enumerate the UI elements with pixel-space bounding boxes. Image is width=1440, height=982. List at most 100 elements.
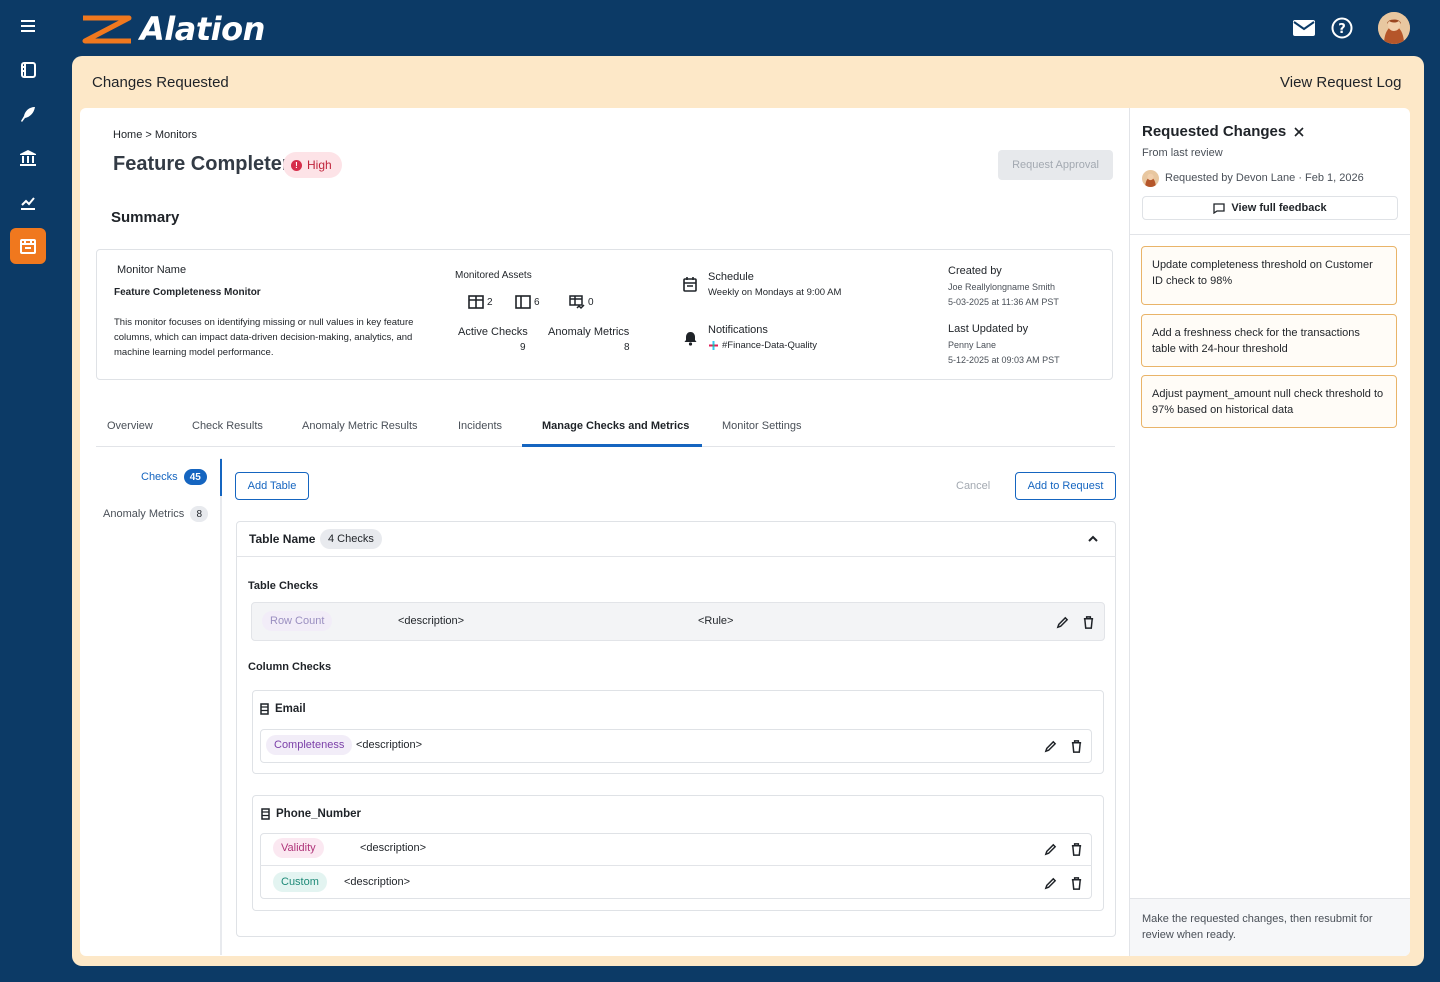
logo-mark-icon bbox=[82, 15, 132, 44]
page-title: Feature Completeness Monitor bbox=[113, 153, 285, 175]
notification-channel[interactable]: #Finance-Data-Quality bbox=[709, 338, 817, 353]
banner-title: Changes Requested bbox=[92, 74, 229, 91]
asset-metrics: 0 bbox=[569, 295, 594, 310]
created-by-name: Joe Reallylongname Smith bbox=[948, 282, 1056, 292]
edit-icon[interactable] bbox=[1054, 614, 1070, 630]
check-type-pill: Row Count bbox=[262, 611, 333, 631]
column-icon bbox=[260, 703, 269, 715]
tab-check-results[interactable]: Check Results bbox=[192, 420, 263, 432]
library-icon[interactable] bbox=[10, 140, 46, 176]
row-count-check-row bbox=[251, 602, 1105, 641]
tab-incidents[interactable]: Incidents bbox=[458, 420, 502, 432]
alation-logo[interactable]: Alation bbox=[80, 10, 265, 48]
trash-icon[interactable] bbox=[1068, 875, 1084, 891]
collapse-chevron-icon[interactable] bbox=[1085, 531, 1101, 552]
schedule-value: Weekly on Mondays at 9:00 AM bbox=[708, 287, 842, 298]
trash-icon[interactable] bbox=[1080, 614, 1096, 630]
trash-icon[interactable] bbox=[1068, 841, 1084, 857]
trash-icon[interactable] bbox=[1068, 738, 1084, 754]
help-icon[interactable]: ? bbox=[1328, 14, 1356, 42]
view-full-feedback-label: View full feedback bbox=[1231, 202, 1327, 214]
tab-monitor-settings[interactable]: Monitor Settings bbox=[722, 420, 801, 432]
checks-count-pill: 4 Checks bbox=[320, 529, 382, 549]
check-type-pill: Completeness bbox=[266, 735, 353, 755]
tab-manage-checks-and-metrics[interactable]: Manage Checks and Metrics bbox=[542, 420, 689, 432]
change-request-item[interactable]: Add a freshness check for the transactio… bbox=[1141, 314, 1397, 367]
check-type-pill: Validity bbox=[273, 838, 324, 858]
check-type-pill: Custom bbox=[273, 872, 327, 892]
sidenav-active-indicator bbox=[220, 459, 222, 496]
view-request-log-link[interactable]: View Request Log bbox=[1280, 74, 1401, 91]
book-icon[interactable] bbox=[10, 52, 46, 88]
change-request-item[interactable]: Adjust payment_amount null check thresho… bbox=[1141, 375, 1397, 428]
request-approval-button[interactable]: Request Approval bbox=[998, 150, 1113, 180]
summary-heading: Summary bbox=[111, 209, 180, 226]
monitor-description: This monitor focuses on identifying miss… bbox=[114, 317, 414, 358]
svg-text:?: ? bbox=[1338, 22, 1346, 37]
updated-at: 5-12-2025 at 09:03 AM PST bbox=[948, 355, 1060, 365]
updated-by-name: Penny Lane bbox=[948, 340, 997, 350]
active-checks-label: Active Checks bbox=[458, 326, 528, 338]
column-icon bbox=[261, 808, 270, 820]
check-rule: <Rule> bbox=[698, 615, 734, 627]
monitor-name-label: Monitor Name bbox=[117, 264, 187, 276]
edit-icon[interactable] bbox=[1042, 738, 1058, 754]
chart-icon[interactable] bbox=[10, 184, 46, 220]
edit-icon[interactable] bbox=[1042, 875, 1058, 891]
table-section-divider bbox=[236, 556, 1116, 557]
cancel-button[interactable]: Cancel bbox=[956, 480, 990, 492]
menu-icon[interactable] bbox=[10, 8, 46, 44]
notifications-label: Notifications bbox=[708, 324, 768, 336]
slack-icon bbox=[709, 341, 718, 350]
panel-footer-text: Make the requested changes, then resubmi… bbox=[1142, 913, 1373, 941]
sidenav-checks[interactable]: Checks 45 bbox=[141, 469, 207, 485]
column-name: Phone_Number bbox=[276, 808, 361, 820]
add-table-button[interactable]: Add Table bbox=[235, 472, 309, 500]
priority-badge: ! High bbox=[283, 152, 342, 178]
created-by-label: Created by bbox=[948, 265, 1002, 277]
monitored-assets-label: Monitored Assets bbox=[455, 270, 532, 281]
sidenav-anomaly-label: Anomaly Metrics bbox=[103, 508, 185, 520]
metric-table-icon bbox=[569, 295, 585, 310]
sidenav-anomaly-metrics[interactable]: Anomaly Metrics 8 bbox=[103, 506, 209, 522]
asset-tables-count: 2 bbox=[487, 296, 493, 308]
mail-icon[interactable] bbox=[1290, 14, 1318, 42]
priority-label: High bbox=[307, 158, 332, 172]
user-avatar[interactable] bbox=[1378, 12, 1410, 44]
close-icon[interactable] bbox=[1293, 125, 1305, 143]
table-checks-label: Table Checks bbox=[248, 580, 319, 592]
check-description: <description> bbox=[398, 615, 465, 627]
change-request-item[interactable]: Update completeness threshold on Custome… bbox=[1141, 246, 1397, 305]
notification-channel-name: #Finance-Data-Quality bbox=[722, 340, 818, 351]
sidenav-divider bbox=[220, 458, 222, 955]
edit-icon[interactable] bbox=[1042, 841, 1058, 857]
tab-overview[interactable]: Overview bbox=[107, 420, 153, 432]
feather-icon[interactable] bbox=[10, 96, 46, 132]
panel-subtitle: From last review bbox=[1142, 147, 1223, 159]
breadcrumb[interactable]: Home > Monitors bbox=[113, 129, 197, 141]
check-description: <description> bbox=[344, 876, 411, 888]
columns-icon bbox=[515, 295, 531, 309]
column-name: Email bbox=[275, 703, 306, 715]
panel-title: Requested Changes bbox=[1142, 123, 1287, 140]
column-header-email: Email bbox=[260, 703, 306, 715]
asset-columns: 6 bbox=[515, 295, 540, 309]
anomaly-count-badge: 8 bbox=[190, 506, 209, 522]
monitor-name-value: Feature Completeness Monitor bbox=[114, 287, 261, 298]
anomaly-metrics-value: 8 bbox=[624, 342, 630, 353]
table-name: Table Name bbox=[249, 532, 316, 546]
left-nav-rail bbox=[0, 0, 56, 982]
bell-icon bbox=[684, 331, 697, 351]
add-to-request-button[interactable]: Add to Request bbox=[1015, 472, 1116, 500]
asset-tables: 2 bbox=[468, 295, 493, 309]
check-description: <description> bbox=[360, 842, 427, 854]
tab-anomaly-metric-results[interactable]: Anomaly Metric Results bbox=[302, 420, 418, 432]
storefront-icon[interactable] bbox=[10, 228, 46, 264]
anomaly-metrics-label: Anomaly Metrics bbox=[548, 326, 630, 338]
active-checks-value: 9 bbox=[520, 342, 526, 353]
view-full-feedback-button[interactable]: View full feedback bbox=[1142, 196, 1398, 220]
row-divider bbox=[260, 865, 1092, 866]
schedule-label: Schedule bbox=[708, 271, 754, 283]
column-header-phone-number: Phone_Number bbox=[261, 808, 361, 820]
panel-divider bbox=[1130, 234, 1410, 235]
